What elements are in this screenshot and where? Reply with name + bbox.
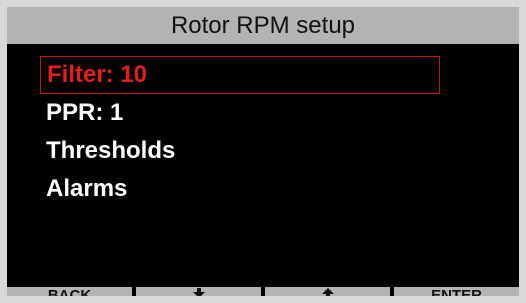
up-button[interactable]	[265, 287, 390, 296]
down-button[interactable]	[136, 287, 261, 296]
device-frame: Rotor RPM setup Filter: 10 PPR: 1 Thresh…	[0, 0, 526, 303]
page-title: Rotor RPM setup	[170, 12, 356, 39]
menu-item-filter[interactable]: Filter: 10	[40, 56, 440, 94]
softkey-bar: BACK ENTER	[7, 287, 519, 296]
title-bar: Rotor RPM setup	[7, 7, 519, 44]
display-screen: Rotor RPM setup Filter: 10 PPR: 1 Thresh…	[7, 7, 519, 296]
menu-item-label: Thresholds	[46, 137, 176, 164]
enter-button[interactable]: ENTER	[394, 287, 519, 296]
enter-button-label: ENTER	[431, 287, 482, 296]
menu-item-alarms[interactable]: Alarms	[40, 170, 440, 208]
menu-item-thresholds[interactable]: Thresholds	[40, 132, 440, 170]
menu-item-ppr[interactable]: PPR: 1	[40, 94, 440, 132]
menu-item-label: Filter: 10	[47, 61, 148, 88]
settings-menu: Filter: 10 PPR: 1 Thresholds Alarms	[40, 56, 440, 208]
back-button[interactable]: BACK	[7, 287, 132, 296]
arrow-up-icon	[321, 288, 334, 296]
menu-item-label: PPR: 1	[46, 99, 124, 126]
menu-item-label: Alarms	[46, 175, 128, 202]
arrow-down-icon	[192, 288, 205, 296]
back-button-label: BACK	[47, 287, 92, 296]
